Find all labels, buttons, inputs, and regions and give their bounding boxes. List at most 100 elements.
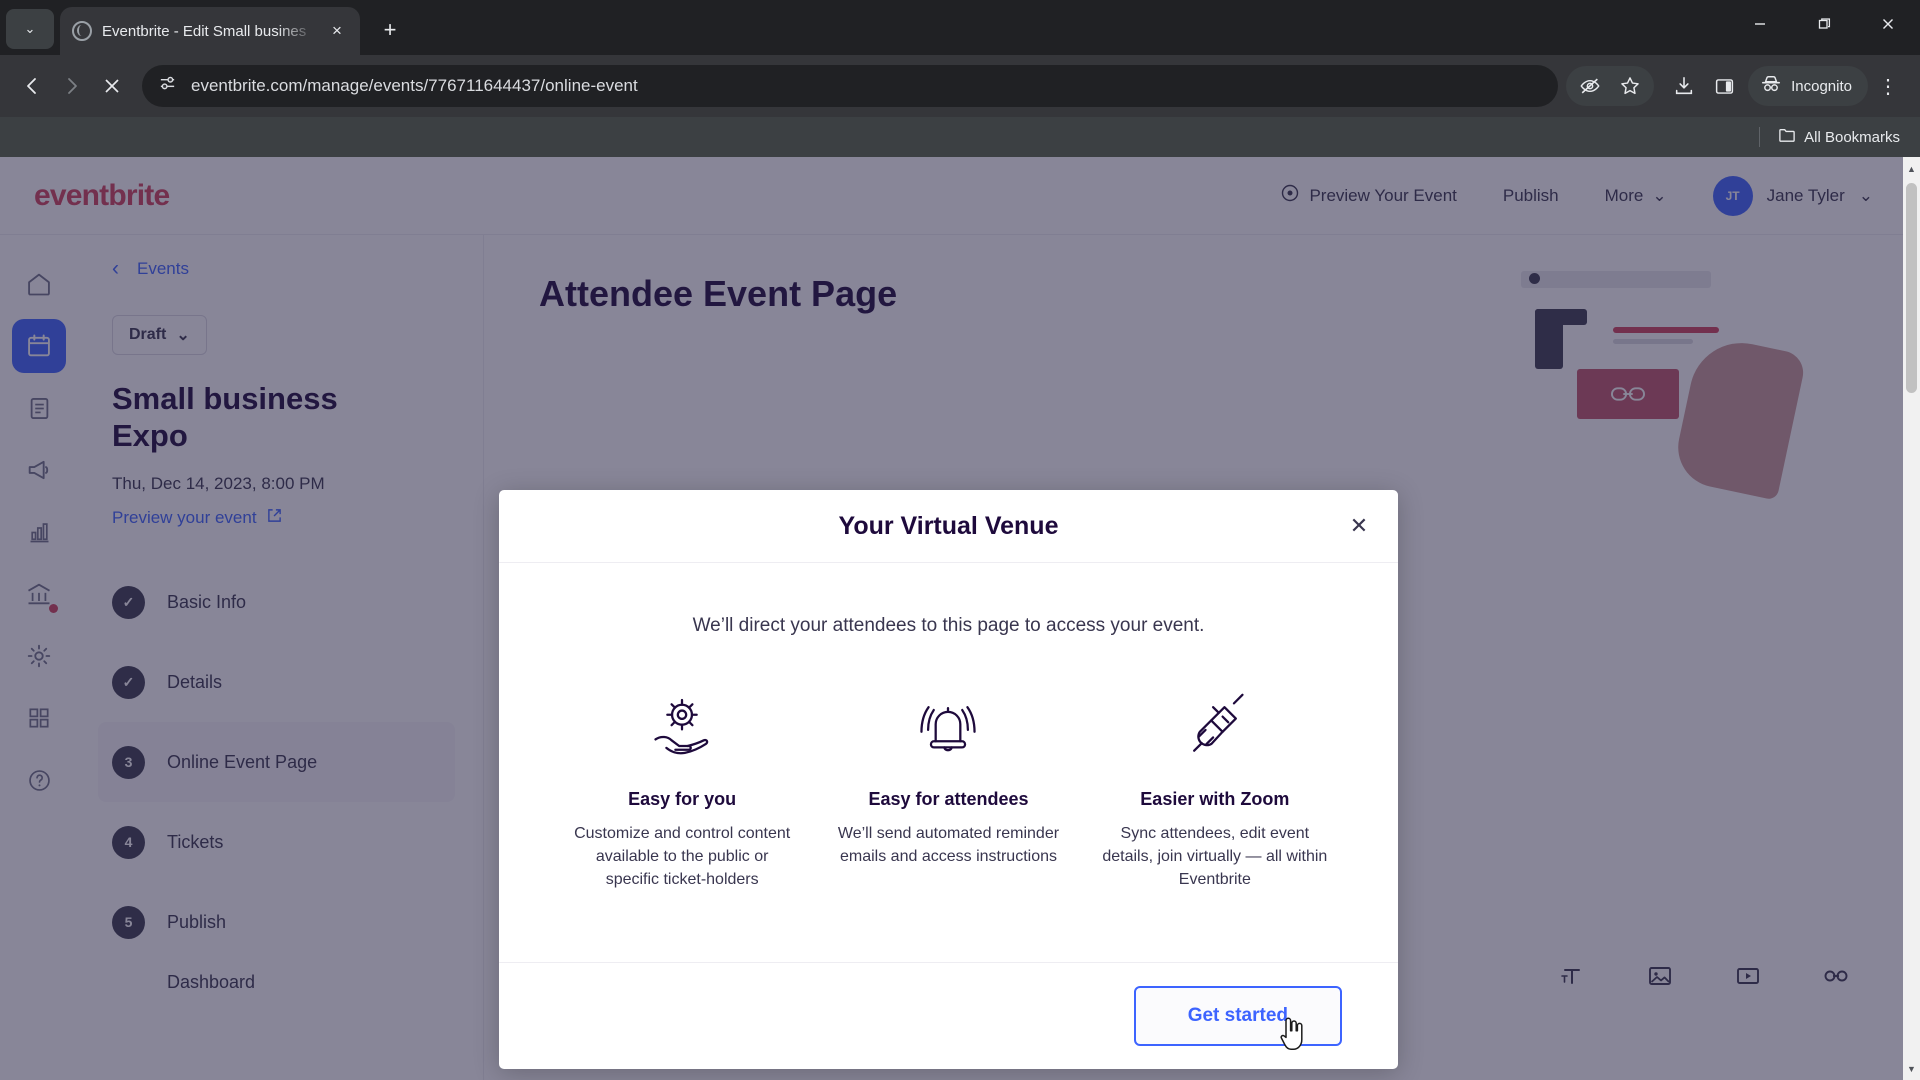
step-badge: 5 bbox=[112, 905, 145, 939]
step-label: Tickets bbox=[167, 831, 224, 852]
sidebar-item-orders[interactable] bbox=[12, 381, 66, 435]
get-started-button[interactable]: Get started bbox=[1133, 986, 1342, 1046]
scroll-down-arrow[interactable]: ▼ bbox=[1903, 1060, 1920, 1077]
sidebar-item-finance[interactable] bbox=[12, 567, 66, 621]
step-label: Basic Info bbox=[167, 591, 247, 612]
step-online-event-page[interactable]: 3 Online Event Page bbox=[98, 722, 455, 803]
modal-lead-text: We’ll direct your attendees to this page… bbox=[692, 615, 1205, 636]
scroll-up-arrow[interactable]: ▲ bbox=[1903, 160, 1920, 177]
dashboard-label: Dashboard bbox=[167, 971, 256, 992]
step-details[interactable]: ✓ Details bbox=[98, 642, 455, 722]
sidebar-item-home[interactable] bbox=[12, 257, 66, 311]
link-icon[interactable] bbox=[1823, 963, 1849, 994]
scrollbar-thumb[interactable] bbox=[1906, 183, 1917, 393]
hero-link-card bbox=[1577, 369, 1679, 419]
chevron-down-icon: ⌄ bbox=[24, 21, 36, 36]
feature-description: Sync attendees, edit event details, join… bbox=[1102, 825, 1328, 889]
forward-icon bbox=[52, 66, 92, 106]
tab-title: Eventbrite - Edit Small busines bbox=[102, 22, 307, 40]
close-icon[interactable]: ✕ bbox=[1342, 509, 1376, 543]
new-tab-button[interactable]: + bbox=[372, 12, 408, 48]
sidebar-item-reports[interactable] bbox=[12, 505, 66, 559]
event-sidebar: ‹ Events Draft ⌄ Small business Expo Thu… bbox=[78, 235, 484, 1080]
page-scrollbar[interactable]: ▲ ▼ bbox=[1903, 157, 1920, 1080]
feature-title: Easier with Zoom bbox=[1140, 789, 1290, 809]
feature-easy-for-you: Easy for you Customize and control conte… bbox=[561, 689, 803, 892]
modal-title: Your Virtual Venue bbox=[838, 511, 1059, 540]
sidebar-item-apps[interactable] bbox=[12, 691, 66, 745]
preview-link-label: Preview your event bbox=[112, 508, 257, 528]
publish-button[interactable]: Publish bbox=[1503, 186, 1559, 206]
text-icon[interactable] bbox=[1559, 963, 1585, 994]
close-window-icon[interactable] bbox=[1856, 0, 1920, 48]
step-basic-info[interactable]: ✓ Basic Info bbox=[98, 562, 455, 642]
download-icon[interactable] bbox=[1664, 66, 1704, 106]
more-menu[interactable]: More ⌄ bbox=[1605, 186, 1667, 206]
eventbrite-favicon bbox=[72, 21, 92, 41]
incognito-indicator[interactable]: Incognito bbox=[1748, 66, 1868, 106]
minimize-icon[interactable] bbox=[1728, 0, 1792, 48]
hero-line bbox=[1613, 327, 1719, 333]
breadcrumb-label: Events bbox=[137, 259, 189, 278]
external-link-icon bbox=[267, 508, 282, 528]
browser-toolbar: eventbrite.com/manage/events/77671164443… bbox=[0, 55, 1920, 117]
step-tickets[interactable]: 4 Tickets bbox=[98, 802, 455, 882]
browser-menu-icon[interactable]: ⋮ bbox=[1868, 66, 1908, 106]
eye-icon bbox=[1280, 183, 1300, 208]
breadcrumb[interactable]: ‹ Events bbox=[112, 257, 455, 281]
video-icon[interactable] bbox=[1735, 963, 1761, 994]
chevron-down-icon: ⌄ bbox=[1858, 185, 1873, 205]
incognito-icon bbox=[1760, 74, 1782, 98]
step-label: Details bbox=[167, 671, 223, 692]
sidebar-item-help[interactable] bbox=[12, 753, 66, 807]
status-badge[interactable]: Draft ⌄ bbox=[112, 315, 207, 355]
preview-your-event-button[interactable]: Preview Your Event bbox=[1280, 183, 1457, 208]
user-name: Jane Tyler bbox=[1766, 185, 1845, 205]
hero-hand bbox=[1670, 333, 1808, 501]
eventbrite-logo[interactable]: eventbrite bbox=[34, 179, 170, 213]
close-icon[interactable]: × bbox=[326, 21, 348, 41]
notification-dot bbox=[49, 604, 58, 613]
modal-header: Your Virtual Venue ✕ bbox=[499, 490, 1398, 563]
window-controls bbox=[1728, 0, 1920, 48]
incognito-label: Incognito bbox=[1791, 77, 1852, 95]
more-label: More bbox=[1604, 185, 1644, 205]
address-bar[interactable]: eventbrite.com/manage/events/77671164443… bbox=[142, 65, 1559, 107]
sidebar-item-settings[interactable] bbox=[12, 629, 66, 683]
user-menu[interactable]: JT Jane Tyler ⌄ bbox=[1712, 175, 1873, 216]
back-icon[interactable] bbox=[12, 66, 52, 106]
step-label: Publish bbox=[167, 911, 227, 932]
tab-search-button[interactable]: ⌄ bbox=[6, 9, 54, 49]
side-panel-icon[interactable] bbox=[1704, 66, 1744, 106]
image-icon[interactable] bbox=[1647, 963, 1673, 994]
url-text: eventbrite.com/manage/events/77671164443… bbox=[191, 76, 638, 95]
maximize-icon[interactable] bbox=[1792, 0, 1856, 48]
tab-strip: ⌄ Eventbrite - Edit Small busines × + bbox=[0, 0, 1920, 55]
hero-dot bbox=[1529, 273, 1540, 284]
step-publish[interactable]: 5 Publish bbox=[98, 882, 455, 962]
chevron-left-icon[interactable]: ‹ bbox=[112, 257, 119, 281]
stop-loading-icon[interactable] bbox=[92, 66, 132, 106]
step-badge: ✓ bbox=[112, 585, 145, 619]
site-settings-icon[interactable] bbox=[158, 74, 177, 98]
sidebar-item-marketing[interactable] bbox=[12, 443, 66, 497]
content-toolbar bbox=[1559, 963, 1849, 994]
step-list: ✓ Basic Info ✓ Details 3 Online Event Pa… bbox=[98, 562, 455, 1002]
preview-your-event-link[interactable]: Preview your event bbox=[112, 508, 455, 528]
bell-icon bbox=[833, 689, 1063, 767]
all-bookmarks-button[interactable]: All Bookmarks bbox=[1778, 127, 1900, 147]
omnibox-action-group bbox=[1566, 66, 1655, 106]
feature-description: Customize and control content available … bbox=[574, 825, 791, 889]
browser-window: ⌄ Eventbrite - Edit Small busines × + ev… bbox=[0, 0, 1920, 1080]
browser-tab[interactable]: Eventbrite - Edit Small busines × bbox=[60, 7, 360, 55]
feature-title: Easy for attendees bbox=[868, 789, 1029, 809]
chevron-down-icon: ⌄ bbox=[1652, 185, 1667, 205]
status-label: Draft bbox=[129, 326, 167, 343]
event-date: Thu, Dec 14, 2023, 8:00 PM bbox=[112, 474, 325, 494]
sidebar-item-dashboard[interactable]: Dashboard bbox=[98, 962, 455, 1002]
star-icon[interactable] bbox=[1610, 66, 1650, 106]
modal-body: We’ll direct your attendees to this page… bbox=[499, 563, 1398, 962]
hide-icon[interactable] bbox=[1570, 66, 1610, 106]
divider bbox=[1759, 127, 1761, 147]
sidebar-item-events[interactable] bbox=[12, 319, 66, 373]
